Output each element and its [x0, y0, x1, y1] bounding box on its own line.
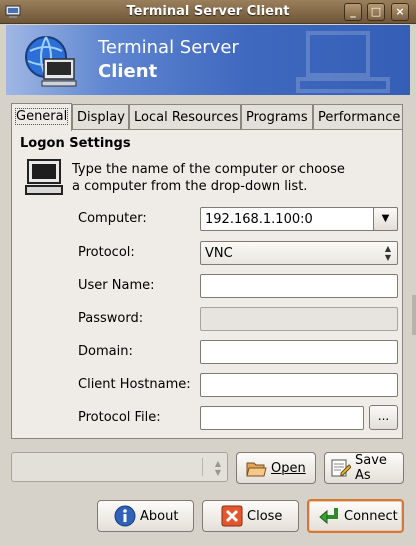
protocol-value: VNC: [205, 246, 233, 261]
computer-icon: [25, 159, 63, 195]
save-as-icon: [331, 459, 351, 477]
open-button[interactable]: Open: [236, 452, 316, 484]
tab-performance[interactable]: Performance: [313, 104, 403, 130]
computer-label: Computer:: [78, 211, 147, 226]
username-label: User Name:: [78, 278, 155, 293]
about-label: About: [140, 508, 179, 524]
maximize-button[interactable]: □: [367, 3, 385, 21]
password-input[interactable]: [200, 307, 398, 331]
domain-label: Domain:: [78, 344, 133, 359]
profile-select[interactable]: ▲ ▼: [11, 452, 228, 482]
protocol-file-label: Protocol File:: [78, 410, 161, 425]
browse-button[interactable]: ...: [369, 405, 398, 430]
minimize-button[interactable]: _: [344, 3, 362, 21]
header-banner: Terminal Server Client: [6, 25, 410, 95]
connect-button[interactable]: Connect: [307, 499, 404, 533]
open-label: Open: [271, 460, 306, 476]
protocol-label: Protocol:: [78, 245, 135, 260]
save-as-button[interactable]: Save As: [324, 452, 404, 484]
updown-arrows-icon: ▲ ▼: [214, 459, 221, 477]
protocol-select[interactable]: VNC ▲ ▼: [200, 241, 398, 265]
computer-watermark-icon: [296, 31, 390, 93]
logon-settings-heading: Logon Settings: [20, 136, 131, 151]
terminal-globe-icon: [25, 36, 77, 87]
profile-select-divider: [202, 458, 203, 476]
close-window-button[interactable]: ×: [391, 3, 409, 21]
computer-value: 192.168.1.100:0: [205, 212, 313, 227]
close-label: Close: [247, 508, 283, 524]
tab-general[interactable]: General: [11, 103, 72, 131]
close-button[interactable]: Close: [202, 500, 299, 532]
connect-label: Connect: [344, 508, 398, 524]
tab-local-resources[interactable]: Local Resources: [129, 104, 241, 130]
close-icon: [221, 505, 243, 527]
info-icon: [114, 505, 136, 527]
about-button[interactable]: About: [97, 500, 194, 532]
logon-instructions: Type the name of the computer or choose …: [72, 161, 392, 195]
title-bar: Terminal Server Client _ □ ×: [0, 0, 416, 24]
banner-title-line2: Client: [98, 61, 158, 82]
save-as-label: Save As: [355, 453, 387, 483]
instructions-line-1: Type the name of the computer or choose: [72, 162, 345, 177]
computer-dropdown-button[interactable]: ▼: [373, 207, 398, 231]
username-input[interactable]: [200, 274, 398, 298]
window-edge: [412, 295, 416, 335]
domain-input[interactable]: [200, 340, 398, 364]
instructions-line-2: a computer from the drop-down list.: [72, 179, 308, 194]
computer-combo[interactable]: 192.168.1.100:0 ▼: [200, 207, 398, 231]
connect-arrow-icon: [319, 508, 338, 525]
protocol-file-input[interactable]: [200, 406, 364, 430]
client-hostname-input[interactable]: [200, 373, 398, 397]
tab-display[interactable]: Display: [72, 104, 129, 130]
banner-title-line1: Terminal Server: [98, 37, 239, 58]
password-label: Password:: [78, 311, 144, 326]
client-hostname-label: Client Hostname:: [78, 377, 191, 392]
updown-arrows-icon: ▲ ▼: [384, 244, 391, 262]
folder-open-icon: [246, 462, 267, 477]
tab-programs[interactable]: Programs: [241, 104, 313, 130]
